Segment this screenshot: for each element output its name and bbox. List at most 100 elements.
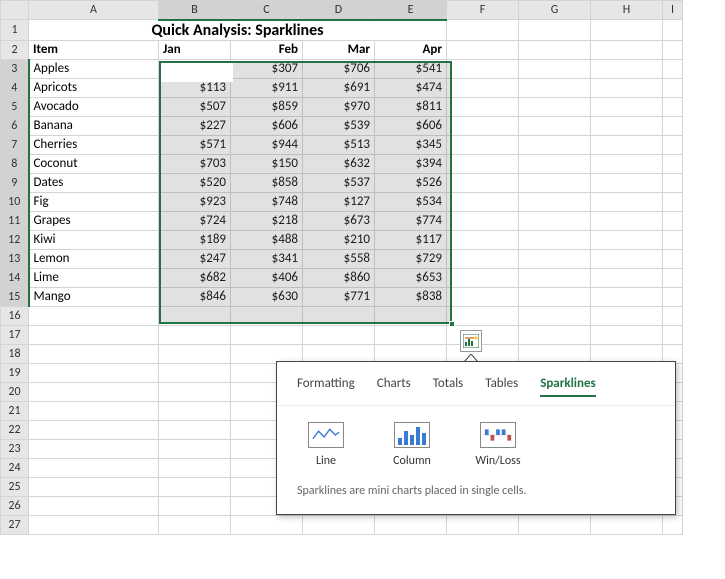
data-cell[interactable]: $632 [303, 154, 375, 173]
select-all-corner[interactable] [1, 1, 29, 20]
header-month[interactable]: Feb [231, 40, 303, 59]
data-cell[interactable]: $113 [159, 78, 231, 97]
data-cell[interactable]: $117 [375, 230, 447, 249]
tab-formatting[interactable]: Formatting [297, 376, 355, 397]
data-cell[interactable]: $571 [159, 59, 231, 78]
data-cell[interactable]: $127 [303, 192, 375, 211]
data-cell[interactable]: $944 [231, 135, 303, 154]
row-header[interactable]: 20 [1, 382, 29, 401]
data-cell[interactable]: $247 [159, 249, 231, 268]
data-cell[interactable]: $406 [231, 268, 303, 287]
col-header-h[interactable]: H [591, 1, 663, 20]
data-cell[interactable]: $729 [375, 249, 447, 268]
data-cell[interactable]: $150 [231, 154, 303, 173]
title-cell[interactable]: Quick Analysis: Sparklines [29, 20, 447, 41]
row-header[interactable]: 10 [1, 192, 29, 211]
row-header[interactable]: 2 [1, 40, 29, 59]
data-cell[interactable]: $673 [303, 211, 375, 230]
row-header[interactable]: 19 [1, 363, 29, 382]
item-name[interactable]: Mango [29, 287, 159, 306]
data-cell[interactable]: $838 [375, 287, 447, 306]
data-cell[interactable]: $394 [375, 154, 447, 173]
item-name[interactable]: Banana [29, 116, 159, 135]
data-cell[interactable]: $341 [231, 249, 303, 268]
item-name[interactable]: Cherries [29, 135, 159, 154]
row-header[interactable]: 14 [1, 268, 29, 287]
row-header[interactable]: 12 [1, 230, 29, 249]
col-header-i[interactable]: I [663, 1, 683, 20]
col-header-f[interactable]: F [447, 1, 519, 20]
row-header[interactable]: 17 [1, 325, 29, 344]
item-name[interactable]: Fig [29, 192, 159, 211]
row-header[interactable]: 21 [1, 401, 29, 420]
row-header[interactable]: 15 [1, 287, 29, 306]
data-cell[interactable]: $541 [375, 59, 447, 78]
row-header[interactable]: 24 [1, 458, 29, 477]
data-cell[interactable]: $210 [303, 230, 375, 249]
data-cell[interactable]: $653 [375, 268, 447, 287]
data-cell[interactable]: $811 [375, 97, 447, 116]
data-cell[interactable]: $970 [303, 97, 375, 116]
row-header[interactable]: 13 [1, 249, 29, 268]
item-name[interactable]: Lime [29, 268, 159, 287]
row-header[interactable]: 6 [1, 116, 29, 135]
data-cell[interactable]: $706 [303, 59, 375, 78]
row-header[interactable]: 22 [1, 420, 29, 439]
data-cell[interactable]: $774 [375, 211, 447, 230]
data-cell[interactable]: $534 [375, 192, 447, 211]
sparkline-option-winloss[interactable]: Win/Loss [469, 422, 527, 468]
data-cell[interactable]: $630 [231, 287, 303, 306]
item-name[interactable]: Kiwi [29, 230, 159, 249]
row-header[interactable]: 1 [1, 20, 29, 41]
data-cell[interactable]: $488 [231, 230, 303, 249]
col-header-e[interactable]: E [375, 1, 447, 20]
row-header[interactable]: 9 [1, 173, 29, 192]
data-cell[interactable]: $307 [231, 59, 303, 78]
row-header[interactable]: 4 [1, 78, 29, 97]
data-cell[interactable]: $748 [231, 192, 303, 211]
data-cell[interactable]: $703 [159, 154, 231, 173]
row-header[interactable]: 25 [1, 477, 29, 496]
row-header[interactable]: 11 [1, 211, 29, 230]
data-cell[interactable]: $846 [159, 287, 231, 306]
data-cell[interactable]: $860 [303, 268, 375, 287]
item-name[interactable]: Avocado [29, 97, 159, 116]
header-month[interactable]: Mar [303, 40, 375, 59]
data-cell[interactable]: $858 [231, 173, 303, 192]
fill-handle[interactable] [449, 321, 455, 327]
item-name[interactable]: Lemon [29, 249, 159, 268]
row-header[interactable]: 7 [1, 135, 29, 154]
item-name[interactable]: Dates [29, 173, 159, 192]
data-cell[interactable]: $227 [159, 116, 231, 135]
col-header-c[interactable]: C [231, 1, 303, 20]
tab-totals[interactable]: Totals [433, 376, 464, 397]
header-month[interactable]: Jan [159, 40, 231, 59]
data-cell[interactable]: $724 [159, 211, 231, 230]
item-name[interactable]: Grapes [29, 211, 159, 230]
data-cell[interactable]: $682 [159, 268, 231, 287]
data-cell[interactable]: $606 [231, 116, 303, 135]
sparkline-option-line[interactable]: Line [297, 422, 355, 468]
data-cell[interactable]: $571 [159, 135, 231, 154]
item-name[interactable]: Apricots [29, 78, 159, 97]
col-header-b[interactable]: B [159, 1, 231, 20]
data-cell[interactable]: $526 [375, 173, 447, 192]
data-cell[interactable]: $520 [159, 173, 231, 192]
data-cell[interactable]: $189 [159, 230, 231, 249]
data-cell[interactable]: $771 [303, 287, 375, 306]
data-cell[interactable]: $513 [303, 135, 375, 154]
tab-sparklines[interactable]: Sparklines [540, 376, 596, 397]
row-header[interactable]: 16 [1, 306, 29, 325]
item-name[interactable]: Coconut [29, 154, 159, 173]
col-header-g[interactable]: G [519, 1, 591, 20]
quick-analysis-button[interactable] [460, 330, 482, 352]
row-header[interactable]: 23 [1, 439, 29, 458]
header-item[interactable]: Item [29, 40, 159, 59]
col-header-a[interactable]: A [29, 1, 159, 20]
data-cell[interactable]: $859 [231, 97, 303, 116]
data-cell[interactable]: $474 [375, 78, 447, 97]
data-cell[interactable]: $539 [303, 116, 375, 135]
data-cell[interactable]: $537 [303, 173, 375, 192]
data-cell[interactable]: $911 [231, 78, 303, 97]
row-header[interactable]: 5 [1, 97, 29, 116]
